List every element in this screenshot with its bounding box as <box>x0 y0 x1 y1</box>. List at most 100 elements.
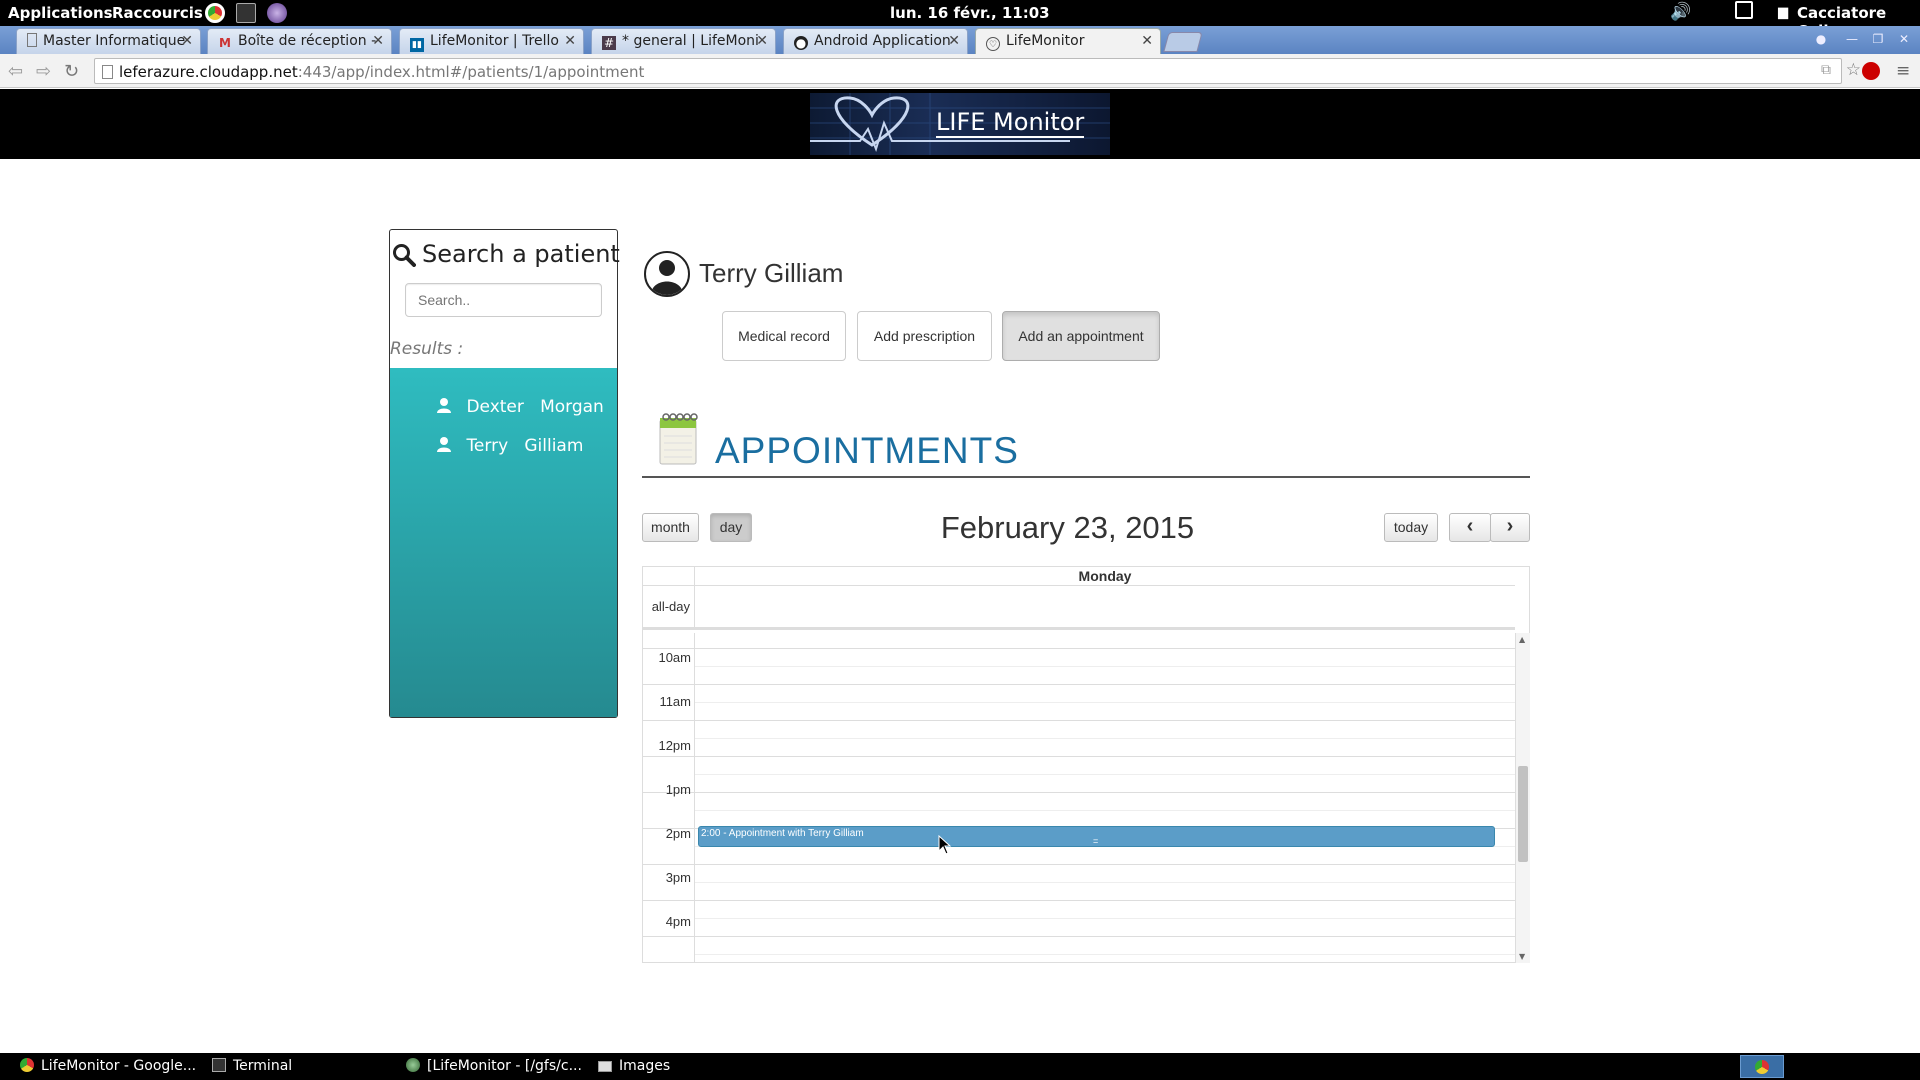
time-label-1pm: 1pm <box>665 782 691 797</box>
tab-slack[interactable]: # * general | LifeMoni ✕ <box>591 28 776 54</box>
time-grid[interactable]: 10am 11am 12pm 1pm 2pm 3pm 4pm 2:00 - Ap… <box>643 633 1515 963</box>
new-tab-button[interactable] <box>1163 32 1203 52</box>
workspace-switcher[interactable] <box>1740 1055 1784 1078</box>
tab-gmail[interactable]: M Boîte de réception - ✕ <box>207 28 392 54</box>
time-grid-scroller[interactable]: 10am 11am 12pm 1pm 2pm 3pm 4pm 2:00 - Ap… <box>643 633 1531 963</box>
time-label-3pm: 3pm <box>665 870 691 885</box>
chat-icon[interactable]: ▆ <box>1778 5 1788 20</box>
restore-icon[interactable]: ❐ <box>1869 32 1887 46</box>
url-path: :443/app/index.html#/patients/1/appointm… <box>297 63 645 81</box>
day-calendar: Monday all-day 10am 11am 12pm 1pm 2pm 3p… <box>642 566 1530 963</box>
result-first-name: Dexter <box>466 397 524 417</box>
patient-search-sidebar: Search a patient Results : Dexter Morgan… <box>389 229 620 718</box>
close-window-icon[interactable]: ✕ <box>1895 32 1913 46</box>
scroll-up-icon[interactable]: ▲ <box>1519 635 1525 644</box>
task-eclipse[interactable]: [LifeMonitor - [/gfs/c... <box>406 1058 582 1074</box>
terminal-launcher-icon[interactable] <box>236 3 256 23</box>
url-host: leferazure.cloudapp.net <box>119 63 298 81</box>
task-label: Images <box>619 1058 671 1074</box>
add-prescription-button[interactable]: Add prescription <box>857 311 992 361</box>
task-label: LifeMonitor - Google... <box>41 1058 197 1074</box>
gmail-icon: M <box>219 36 231 50</box>
day-column-header: Monday <box>1078 568 1132 584</box>
browser-toolbar: ⇦ ⇨ ↻ leferazure.cloudapp.net:443/app/in… <box>0 54 1920 88</box>
avatar-person-icon <box>651 260 683 295</box>
close-tab-icon[interactable]: ✕ <box>948 33 960 49</box>
tab-github[interactable]: ● Android Application ✕ <box>783 28 968 54</box>
half-hour-line <box>695 738 1515 739</box>
close-tab-icon[interactable]: ✕ <box>372 33 384 49</box>
folder-icon <box>598 1061 612 1072</box>
time-label-11am: 11am <box>659 694 691 709</box>
applications-menu[interactable]: Applications <box>8 4 113 22</box>
task-images[interactable]: Images <box>598 1058 670 1074</box>
patient-name: Terry Gilliam <box>699 258 844 288</box>
hour-line <box>643 648 1515 649</box>
tab-master-informatique[interactable]: Master Informatique ✕ <box>16 28 201 54</box>
slack-icon: # <box>602 36 616 50</box>
task-chrome[interactable]: LifeMonitor - Google... <box>20 1058 196 1074</box>
shortcuts-menu[interactable]: Raccourcis <box>112 4 203 22</box>
logo-text: LIFE Monitor <box>936 108 1085 138</box>
address-bar[interactable]: leferazure.cloudapp.net:443/app/index.ht… <box>94 58 1861 84</box>
lifemonitor-logo[interactable]: LIFE Monitor <box>810 93 1110 155</box>
search-input[interactable] <box>405 283 602 317</box>
volume-icon[interactable]: 🔊 <box>1670 2 1691 22</box>
close-tab-icon[interactable]: ✕ <box>181 33 193 49</box>
half-hour-line <box>695 666 1515 667</box>
forward-icon[interactable]: ⇨ <box>36 61 51 82</box>
day-view-button[interactable]: day <box>710 513 752 542</box>
task-terminal[interactable]: Terminal <box>212 1058 292 1074</box>
tab-label: * general | LifeMoni <box>622 33 759 49</box>
calendar-scrollbar[interactable]: ▲ ▼ <box>1515 633 1530 963</box>
scrollbar-thumb[interactable] <box>1518 766 1528 862</box>
task-label: [LifeMonitor - [/gfs/c... <box>427 1058 582 1074</box>
time-label-2pm: 2pm <box>665 826 691 841</box>
chrome-launcher-icon[interactable] <box>205 3 225 23</box>
event-resize-handle[interactable]: = <box>1093 837 1098 846</box>
today-button[interactable]: today <box>1384 513 1438 542</box>
bookmark-star-icon[interactable]: ☆ <box>1846 60 1861 80</box>
mouse-cursor-icon <box>938 835 952 855</box>
tab-label: Master Informatique <box>43 33 186 49</box>
close-tab-icon[interactable]: ✕ <box>564 33 576 49</box>
scroll-down-icon[interactable]: ▼ <box>1519 952 1525 961</box>
tab-lifemonitor[interactable]: ♡ LifeMonitor ✕ <box>975 28 1161 55</box>
title-divider <box>642 476 1530 478</box>
accessibility-icon[interactable] <box>1735 1 1753 19</box>
sidebar-title: Search a patient <box>390 240 620 268</box>
tab-trello[interactable]: ▮▮ LifeMonitor | Trello ✕ <box>399 28 584 54</box>
next-button[interactable]: › <box>1490 513 1530 542</box>
search-icon <box>393 244 416 267</box>
prev-button[interactable]: ‹ <box>1449 513 1491 542</box>
close-tab-icon[interactable]: ✕ <box>756 33 768 49</box>
medical-record-button[interactable]: Medical record <box>722 311 846 361</box>
system-top-panel: Applications Raccourcis lun. 16 févr., 1… <box>0 0 1920 40</box>
results-list: Dexter Morgan Terry Gilliam <box>390 368 617 717</box>
hour-line <box>643 720 1515 721</box>
half-hour-line <box>695 810 1515 811</box>
header-gutter <box>643 567 695 586</box>
adblock-icon[interactable] <box>1862 62 1880 80</box>
menu-icon[interactable]: ≡ <box>1896 61 1910 81</box>
profile-icon[interactable]: ● <box>1812 32 1830 46</box>
tab-label: Boîte de réception - <box>238 33 377 49</box>
tab-label: LifeMonitor | Trello <box>430 33 559 49</box>
appointment-event[interactable]: 2:00 - Appointment with Terry Gilliam = <box>698 826 1495 847</box>
eclipse-launcher-icon[interactable] <box>267 3 287 23</box>
eclipse-icon <box>406 1058 420 1072</box>
minimize-icon[interactable]: — <box>1843 32 1861 46</box>
terminal-icon <box>212 1058 226 1072</box>
close-tab-icon[interactable]: ✕ <box>1141 33 1153 49</box>
add-appointment-button[interactable]: Add an appointment <box>1002 311 1160 361</box>
reload-icon[interactable]: ↻ <box>64 61 79 82</box>
translate-icon[interactable]: ⧉ <box>1821 62 1831 78</box>
half-hour-line <box>695 954 1515 955</box>
clock[interactable]: lun. 16 févr., 11:03 <box>890 4 1050 22</box>
result-item-terry-gilliam[interactable]: Terry Gilliam <box>404 416 583 476</box>
month-view-button[interactable]: month <box>642 513 699 542</box>
back-icon[interactable]: ⇦ <box>8 61 23 82</box>
calendar-header-row: Monday <box>643 567 1515 586</box>
user-icon <box>437 437 452 452</box>
all-day-row[interactable]: all-day <box>643 586 1515 630</box>
